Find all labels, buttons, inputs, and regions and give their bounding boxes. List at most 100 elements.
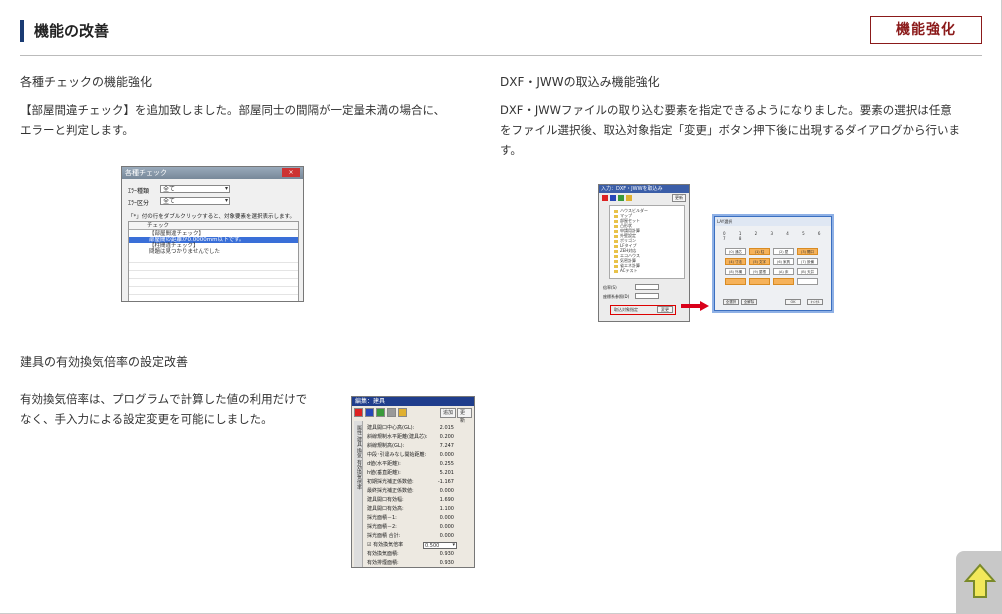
property-value: 0.255 [439, 461, 454, 467]
layer-cell-on: (4) 寸法 [725, 258, 746, 265]
property-value: 7.247 [439, 443, 454, 449]
property-row: d値(水平距離): 0.255 [367, 460, 472, 468]
property-label: d値(水平距離): [367, 461, 401, 467]
page-title: 機能の改善 [20, 20, 109, 42]
red-tool-icon [354, 408, 363, 417]
check-dialog-screenshot: 各種チェック × ｴﾗｰ種類 全て ｴﾗｰ区分 全て 「*」付の行をダブルクリッ… [121, 166, 304, 302]
section2-title: DXF・JWWの取込み機能強化 [500, 75, 660, 89]
section3-title: 建具の有効換気倍率の設定改善 [20, 355, 189, 369]
property-label: 斜線規制水平距離(建具芯): [367, 434, 428, 440]
layer-select-dialog-screenshot: LAY選択 0 1 2 3 4 5 6 7 8 (0) 通芯 (1) 柱 (2)… [714, 216, 832, 311]
property-value: 1.100 [439, 506, 454, 512]
ventilation-rate-combo: 0.500 [423, 542, 457, 549]
feature-badge: 機能強化 [870, 16, 982, 44]
property-row: 建具開口有効高: 1.100 [367, 505, 472, 513]
layer-cell: (B) 天井 [797, 268, 818, 275]
property-value: 1.690 [439, 497, 454, 503]
grid-icon [387, 408, 396, 417]
layer-cell-on: (1) 柱 [749, 248, 770, 255]
open-icon [626, 195, 632, 201]
file-tree: ハウスビルダー マップ 部屋セット 凸形状 申請用計算 外壁設定 ポリゴン LF… [609, 205, 685, 279]
ok-button: OK [785, 299, 801, 305]
window-dialog-title: 編集：建具 [352, 397, 474, 406]
property-row: 有効換気面積: 0.930 [367, 550, 472, 558]
check-list-item: 問題は見つかりませんでした [149, 249, 221, 255]
grid-line [129, 278, 298, 279]
scroll-to-top-button[interactable] [956, 551, 1002, 614]
window-properties-screenshot: 編集：建具 追加 更新 属性 建具 換気 有効換気倍率 建具開口中心高(GL):… [351, 396, 475, 568]
cancel-button: ｷｬﾝｾﾙ [807, 299, 823, 305]
grid-line [129, 286, 298, 287]
error-type-select: 全て [160, 185, 230, 193]
property-row: 建具開口有効幅: 1.690 [367, 496, 472, 504]
arrow-up-icon [964, 563, 996, 598]
layer-cell: (8) 外構 [725, 268, 746, 275]
coord-select [635, 293, 659, 299]
section2-body: DXF・JWWファイルの取り込む要素を指定できるようになりました。要素の選択は任… [500, 100, 982, 160]
layer-cell: (9) 屋根 [749, 268, 770, 275]
scale-select [635, 284, 659, 290]
property-label: 採光面積 合計: [367, 533, 401, 539]
section2-line1: DXF・JWWファイルの取り込む要素を指定できるようになりました。要素の選択は任… [500, 103, 952, 117]
update-button: 更新 [457, 408, 472, 424]
layer-cell-on [725, 278, 746, 285]
error-class-label: ｴﾗｰ区分 [128, 200, 150, 207]
section1-line1: 【部屋間違チェック】を追加致しました。部屋同士の間隔が一定量未満の場合に、 [20, 103, 446, 117]
grid-line [129, 270, 298, 271]
check-note: 「*」付の行をダブルクリックすると、対象要素を選択表示します。 [128, 214, 295, 220]
property-row: 採光面積－1: 0.000 [367, 514, 472, 522]
page-frame: 機能の改善 機能強化 各種チェックの機能強化 【部屋間違チェック】を追加致しまし… [0, 0, 1002, 614]
check-dialog-titlebar: 各種チェック × [122, 167, 303, 179]
window-dialog-sidebar: 属性 建具 換気 有効換気倍率 [354, 421, 363, 567]
property-label: 有効換気面積: [367, 551, 399, 557]
property-value: 0.000 [439, 515, 454, 521]
sidebar-label: 属性 建具 換気 有効換気倍率 [356, 425, 362, 490]
close-icon: × [282, 168, 300, 177]
check-list: チェック 【部屋間違チェック】 部屋間の距離が0.0000mm以下です。 【柱間… [128, 221, 299, 301]
update-tab: 更新 [672, 194, 686, 202]
property-label: 最終採光補正係数値: [367, 488, 414, 494]
property-value: 0.000 [439, 488, 454, 494]
property-value: 0.200 [439, 434, 454, 440]
red-tool-icon [602, 195, 608, 201]
property-label: 初期採光補正係数値: [367, 479, 414, 485]
tree-item: ACテスト [614, 268, 637, 273]
section2-line2: をファイル選択後、取込対象指定「変更」ボタン押下後に出現するダイアログから行いま [500, 123, 960, 137]
property-value: 0.000 [439, 533, 454, 539]
blue-tool-icon [610, 195, 616, 201]
layer-cell [797, 278, 818, 285]
property-value: 5.201 [439, 470, 454, 476]
layer-numbers: 0 1 2 3 4 5 6 7 8 [723, 231, 827, 241]
property-label: 中段･引違みなし開始距離: [367, 452, 427, 458]
property-row: 中段･引違みなし開始距離: 0.000 [367, 451, 472, 459]
property-label: h値(垂直距離): [367, 470, 401, 476]
check-list-header: チェック [129, 222, 298, 230]
layer-cell: (0) 通芯 [725, 248, 746, 255]
grid-line [129, 294, 298, 295]
section-header: 機能の改善 機能強化 [20, 14, 982, 56]
property-row: 採光面積 合計: 0.000 [367, 532, 472, 540]
property-label: 建具開口有効幅: [367, 497, 404, 503]
layer-cell: (2) 壁 [773, 248, 794, 255]
property-label: 採光面積－1: [367, 515, 397, 521]
blue-tool-icon [365, 408, 374, 417]
section1-body: 【部屋間違チェック】を追加致しました。部屋同士の間隔が一定量未満の場合に、 エラ… [20, 100, 480, 140]
property-label: 建具開口有効高: [367, 506, 404, 512]
grid-line [129, 262, 298, 263]
layer-cell: (6) 家具 [773, 258, 794, 265]
property-label: 斜線規制高(GL): [367, 443, 405, 449]
section2-line3: す。 [500, 143, 522, 157]
property-value: 0.000 [439, 452, 454, 458]
property-row: 最終採光補正係数値: 0.000 [367, 487, 472, 495]
property-row: 有効排煙面積: 0.930 [367, 559, 472, 567]
section3-line1: 有効換気倍率は、プログラムで計算した値の利用だけで [20, 392, 308, 406]
layer-cell-on: (3) 開口 [797, 248, 818, 255]
section1-title: 各種チェックの機能強化 [20, 75, 153, 89]
property-row: 初期採光補正係数値: -1.167 [367, 478, 472, 486]
arrow-right-icon [681, 301, 709, 311]
property-label: 有効換気倍率 [373, 542, 404, 548]
layer-cell-on: (5) 文字 [749, 258, 770, 265]
property-row: 採光面積－2: 0.000 [367, 523, 472, 531]
scale-label: 倍率(S) [603, 285, 617, 290]
window-dialog-toolbar: 追加 更新 [354, 408, 472, 424]
